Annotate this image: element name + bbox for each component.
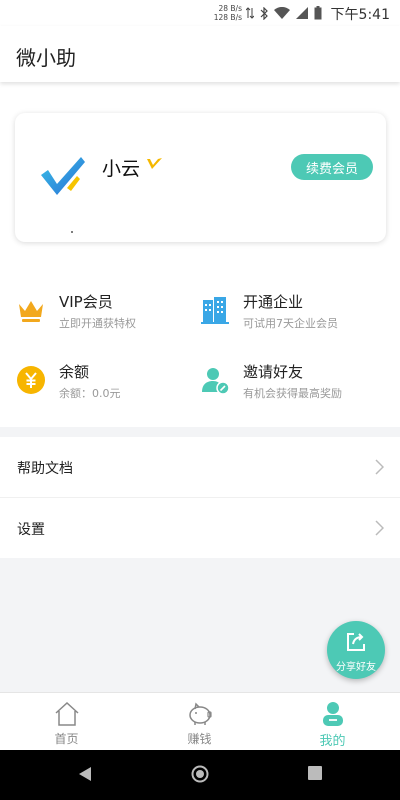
feature-subtitle: 余额：0.0元 <box>59 387 121 400</box>
system-nav-bar <box>0 750 400 800</box>
feature-enterprise[interactable]: 开通企业 可试用7天企业会员 <box>200 291 380 341</box>
settings-label: 设置 <box>17 522 45 538</box>
app-logo-icon <box>41 157 85 195</box>
tab-label: 我的 <box>319 734 346 749</box>
tab-label: 首页 <box>54 732 79 746</box>
yuan-coin-icon <box>17 366 45 394</box>
tab-home[interactable]: 首页 <box>0 693 133 751</box>
home-icon <box>55 701 79 726</box>
signal-icon <box>296 7 308 19</box>
feature-invite[interactable]: 邀请好友 有机会获得最高奖励 <box>200 361 380 411</box>
status-bar: 28 B/s 128 B/s 下午5:41 <box>0 0 400 26</box>
feature-title: 余额 <box>59 363 90 381</box>
share-friends-label: 分享好友 <box>336 662 376 673</box>
network-speed: 28 B/s 128 B/s <box>213 4 242 22</box>
feature-subtitle: 可试用7天企业会员 <box>243 317 338 330</box>
feature-balance[interactable]: 余额 余额：0.0元 <box>16 361 196 411</box>
share-icon <box>347 633 365 651</box>
crown-icon <box>19 301 43 322</box>
tab-label: 赚钱 <box>187 732 212 746</box>
feature-title: VIP会员 <box>59 293 113 311</box>
app-bar: 微小助 <box>0 26 400 82</box>
home-nav-icon[interactable] <box>191 765 209 783</box>
building-icon <box>201 297 229 324</box>
back-icon[interactable] <box>78 766 92 782</box>
tab-earn[interactable]: 赚钱 <box>133 693 266 751</box>
piggy-bank-icon <box>189 702 212 725</box>
page-title: 微小助 <box>16 46 76 70</box>
data-arrows-icon <box>246 7 254 19</box>
verified-v-icon <box>147 158 162 169</box>
settings-row[interactable]: 设置 <box>0 498 400 558</box>
chevron-right-icon <box>375 520 384 536</box>
share-friends-button[interactable]: 分享好友 <box>327 621 385 679</box>
battery-icon <box>314 6 322 20</box>
renew-membership-button[interactable]: 续费会员 <box>291 154 373 180</box>
username: 小云 <box>102 158 141 180</box>
feature-title: 邀请好友 <box>243 363 304 381</box>
invite-user-icon <box>202 368 230 395</box>
decorative-dot <box>71 231 73 233</box>
recents-icon[interactable] <box>308 766 322 780</box>
profile-icon <box>323 702 343 726</box>
help-docs-label: 帮助文档 <box>17 461 73 477</box>
bottom-tab-bar: 首页 赚钱 我的 <box>0 692 400 750</box>
tab-mine[interactable]: 我的 <box>266 693 399 751</box>
status-icons <box>246 5 322 21</box>
profile-card[interactable]: 小云 续费会员 <box>15 113 386 242</box>
wifi-icon <box>274 7 290 19</box>
feature-vip[interactable]: VIP会员 立即开通获特权 <box>16 291 196 341</box>
feature-subtitle: 有机会获得最高奖励 <box>243 387 342 400</box>
chevron-right-icon <box>375 459 384 475</box>
feature-title: 开通企业 <box>243 293 304 311</box>
help-docs-row[interactable]: 帮助文档 <box>0 437 400 497</box>
bluetooth-icon <box>260 6 268 20</box>
status-clock: 下午5:41 <box>330 7 390 23</box>
feature-subtitle: 立即开通获特权 <box>59 317 136 330</box>
